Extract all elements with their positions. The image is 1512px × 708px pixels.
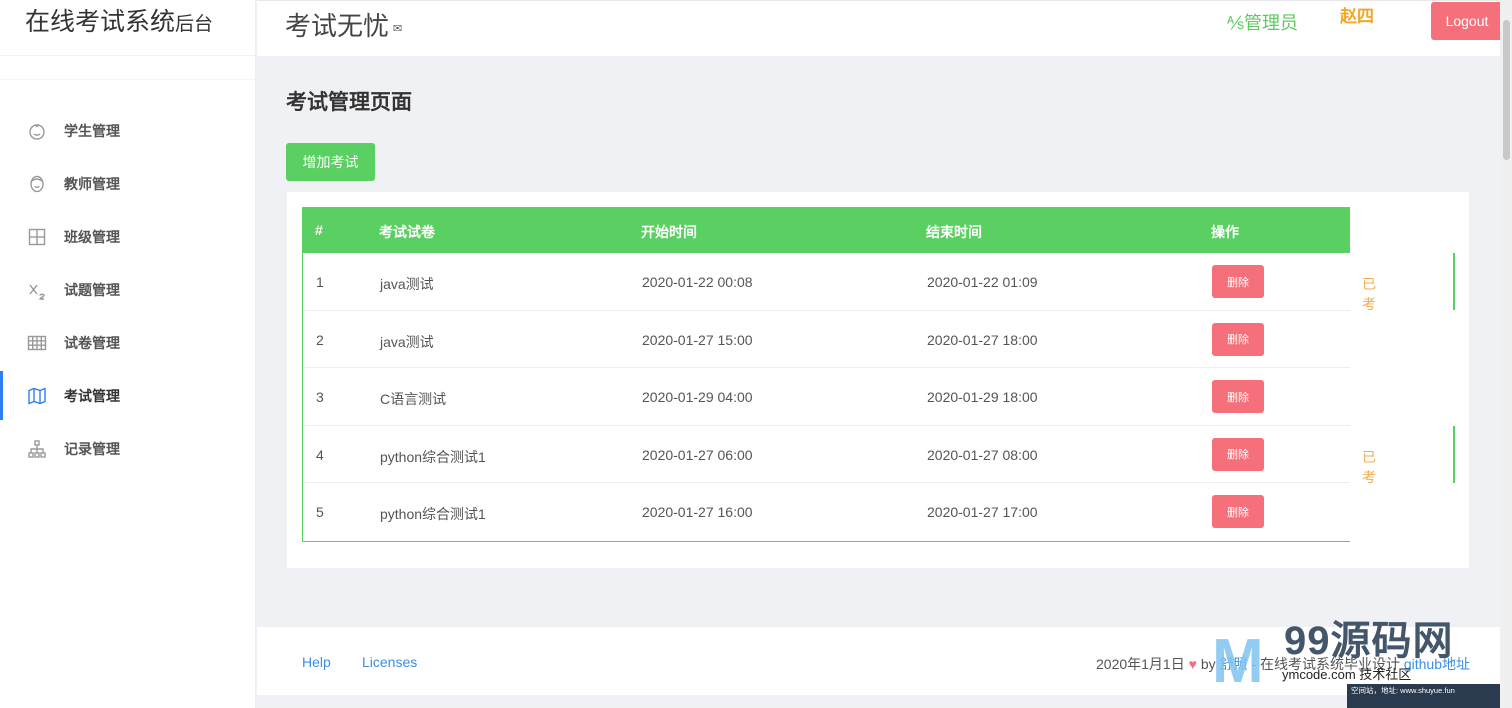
- sidebar: 在线考试系统后台 学生管理 教师管理 班级管理 试题管理 试卷管理 考试管理 记…: [0, 0, 256, 708]
- smile-icon: [26, 120, 48, 142]
- cell-index: 5: [316, 504, 324, 520]
- sidebar-item-label: 记录管理: [64, 440, 120, 457]
- scrollbar[interactable]: [1500, 0, 1512, 708]
- status-indicator: [1453, 425, 1455, 483]
- column-header-index: #: [315, 222, 323, 238]
- subscript-icon: [26, 279, 48, 301]
- cell-paper: python综合测试1: [380, 448, 486, 465]
- cell-start: 2020-01-29 04:00: [642, 389, 753, 405]
- sidebar-item-questions[interactable]: 试题管理: [0, 263, 255, 316]
- cell-index: 3: [316, 389, 324, 405]
- map-icon: [26, 385, 48, 407]
- cell-end: 2020-01-27 17:00: [927, 504, 1038, 520]
- cell-start: 2020-01-22 00:08: [642, 274, 753, 290]
- licenses-link[interactable]: Licenses: [362, 654, 417, 670]
- column-header-paper: 考试试卷: [379, 224, 435, 240]
- cell-index: 2: [316, 331, 324, 348]
- sidebar-item-papers[interactable]: 试卷管理: [0, 316, 255, 369]
- sidebar-item-label: 考试管理: [64, 387, 120, 404]
- grid-icon: [26, 226, 48, 248]
- add-exam-button[interactable]: 增加考试: [286, 143, 375, 181]
- user-role: ⅍管理员: [1227, 13, 1298, 33]
- table-row: 3 C语言测试 2020-01-29 04:00 2020-01-29 18:0…: [303, 368, 1350, 426]
- cell-paper: python综合测试1: [380, 506, 486, 522]
- mail-icon: ✉: [393, 22, 403, 35]
- table-row: 5 python综合测试1 2020-01-27 16:00 2020-01-2…: [303, 483, 1350, 541]
- brand: 在线考试系统后台: [0, 0, 255, 56]
- exam-table-card: # 考试试卷 开始时间 结束时间 操作 1 java测试 2020-01-22 …: [287, 192, 1469, 568]
- app-title-text: 考试无忧: [285, 11, 390, 41]
- watermark: M 99源码网 ymcode.com 技术社区 空间站，地址: www.shuy…: [1212, 604, 1500, 708]
- user-name: 赵四: [1340, 7, 1374, 26]
- table-row: 4 python综合测试1 2020-01-27 06:00 2020-01-2…: [303, 425, 1455, 485]
- watermark-brand: 99源码网: [1284, 619, 1454, 663]
- footer-date: 2020年1月1日: [1096, 656, 1185, 672]
- column-header-start: 开始时间: [641, 224, 697, 240]
- watermark-logo-icon: M: [1212, 627, 1264, 696]
- cell-end: 2020-01-22 01:09: [927, 274, 1038, 290]
- cell-start: 2020-01-27 15:00: [642, 331, 753, 348]
- delete-button[interactable]: 删除: [1212, 322, 1264, 356]
- watermark-subtitle: ymcode.com 技术社区: [1282, 667, 1412, 682]
- sidebar-nav: 学生管理 教师管理 班级管理 试题管理 试卷管理 考试管理 记录管理: [0, 80, 255, 475]
- column-header-end: 结束时间: [926, 224, 982, 240]
- status-badge: 已考: [1362, 276, 1376, 312]
- cell-end: 2020-01-27 08:00: [927, 446, 1038, 463]
- table-row: 1 java测试 2020-01-22 00:08 2020-01-22 01:…: [303, 253, 1455, 312]
- table-header: # 考试试卷 开始时间 结束时间 操作: [302, 207, 1350, 253]
- sidebar-item-exams[interactable]: 考试管理: [0, 369, 255, 422]
- cell-index: 4: [316, 446, 324, 463]
- sidebar-item-label: 班级管理: [64, 228, 120, 245]
- column-header-action: 操作: [1211, 224, 1239, 240]
- cell-index: 1: [316, 274, 324, 290]
- sidebar-item-students[interactable]: 学生管理: [0, 104, 255, 157]
- cell-paper: C语言测试: [380, 391, 447, 407]
- help-link[interactable]: Help: [302, 654, 331, 670]
- delete-button[interactable]: 删除: [1212, 495, 1264, 528]
- table-icon: [26, 332, 48, 354]
- sidebar-item-label: 试卷管理: [64, 334, 120, 351]
- page-title: 考试管理页面: [286, 91, 412, 114]
- face-icon: [26, 173, 48, 195]
- cell-paper: java测试: [380, 276, 434, 292]
- table-row: 2 java测试 2020-01-27 15:00 2020-01-27 18:…: [303, 311, 1350, 368]
- status-indicator: [1453, 253, 1455, 310]
- cell-start: 2020-01-27 06:00: [642, 446, 753, 463]
- cell-start: 2020-01-27 16:00: [642, 504, 753, 520]
- brand-subtitle: 后台: [175, 14, 214, 35]
- cell-end: 2020-01-27 18:00: [927, 331, 1038, 348]
- scrollbar-thumb[interactable]: [1503, 20, 1510, 160]
- status-badge: 已考: [1362, 448, 1376, 485]
- top-header: 考试无忧 ✉ ⅍管理员 赵四 Logout: [257, 0, 1503, 56]
- watermark-strip: 空间站，地址: www.shuyue.fun: [1347, 684, 1500, 708]
- sitemap-icon: [26, 438, 48, 460]
- sidebar-item-label: 教师管理: [64, 175, 120, 192]
- logout-button[interactable]: Logout: [1431, 2, 1503, 40]
- sidebar-item-classes[interactable]: 班级管理: [0, 210, 255, 263]
- cell-end: 2020-01-29 18:00: [927, 389, 1038, 405]
- sidebar-item-teachers[interactable]: 教师管理: [0, 157, 255, 210]
- brand-title: 在线考试系统: [25, 8, 176, 36]
- app-title: 考试无忧 ✉: [285, 6, 402, 43]
- heart-icon: ♥: [1188, 656, 1197, 672]
- table-body: 1 java测试 2020-01-22 00:08 2020-01-22 01:…: [302, 253, 1455, 542]
- sidebar-item-label: 学生管理: [64, 122, 120, 139]
- sidebar-item-records[interactable]: 记录管理: [0, 422, 255, 475]
- delete-button[interactable]: 删除: [1212, 380, 1264, 413]
- sidebar-divider: [0, 56, 255, 80]
- cell-paper: java测试: [380, 333, 434, 350]
- sidebar-item-label: 试题管理: [64, 281, 120, 298]
- delete-button[interactable]: 删除: [1212, 265, 1264, 298]
- delete-button[interactable]: 删除: [1212, 437, 1264, 471]
- exam-table: # 考试试卷 开始时间 结束时间 操作 1 java测试 2020-01-22 …: [302, 207, 1455, 542]
